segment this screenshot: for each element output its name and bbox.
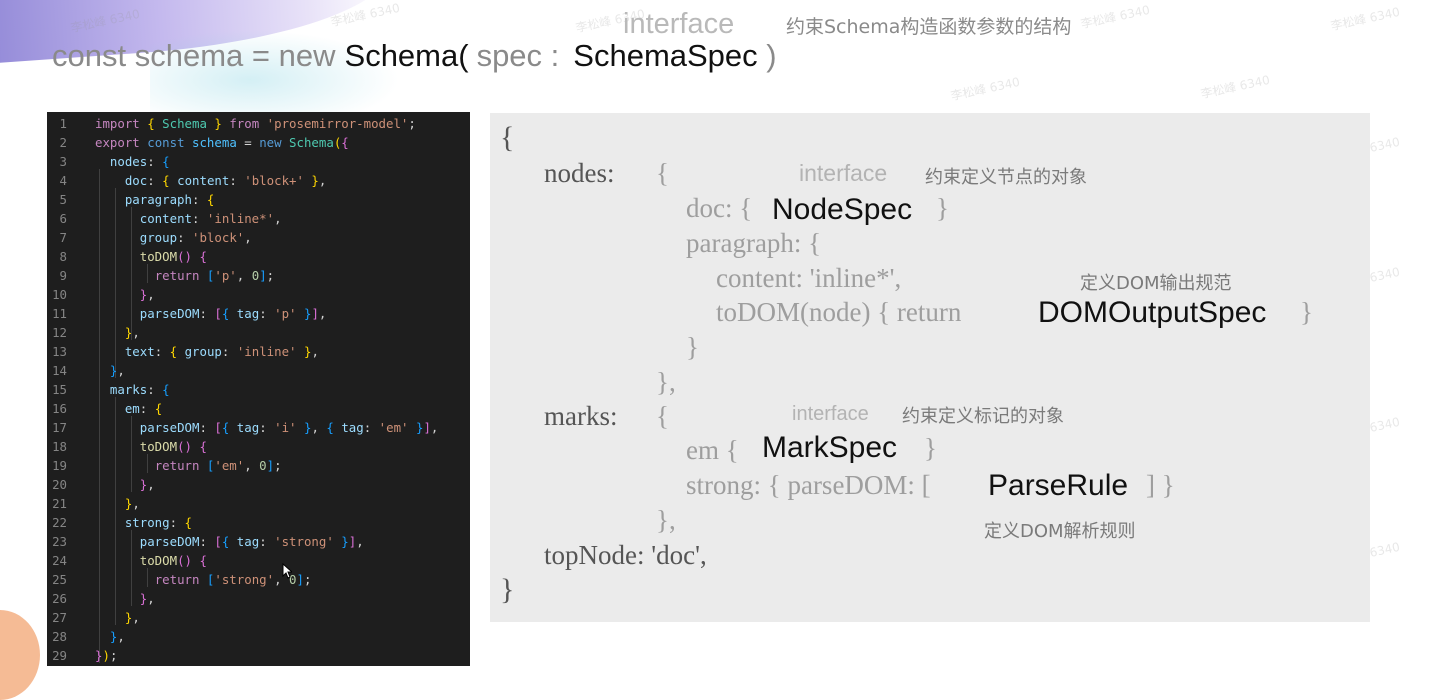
page-title: const schema = new Schema(spec : SchemaSpe… — [52, 38, 777, 74]
parse-note: 定义DOM解析规则 — [984, 521, 1136, 542]
line-number: 1 — [59, 116, 67, 131]
line-number: 14 — [52, 363, 67, 378]
nodes-note: 约束定义节点的对象 — [925, 167, 1087, 188]
line-number: 21 — [52, 496, 67, 511]
strong-type: ParseRule — [988, 469, 1129, 502]
mouse-cursor-icon — [282, 563, 292, 579]
line-number: 5 — [59, 192, 67, 207]
code-type: SchemaSpec — [573, 38, 758, 73]
code-param: spec : — [476, 38, 560, 73]
line-number: 11 — [52, 306, 67, 321]
watermark: 李松峰 6340 — [949, 74, 1022, 104]
strong-key: strong: { parseDOM: [ — [686, 470, 931, 500]
line-number: 3 — [59, 154, 67, 169]
line-number: 24 — [52, 553, 67, 568]
marks-note: 约束定义标记的对象 — [902, 406, 1064, 427]
watermark: 李松峰 6340 — [1079, 2, 1152, 32]
interface-note: 约束Schema构造函数参数的结构 — [786, 16, 1072, 38]
code-new: new — [278, 38, 336, 73]
line-number: 4 — [59, 173, 67, 188]
line-number: 6 — [59, 211, 67, 226]
line-number: 22 — [52, 515, 67, 530]
nodes-close: }, — [656, 367, 676, 397]
nodes-brace: { — [656, 158, 669, 188]
line-number: 25 — [52, 572, 67, 587]
marks-close: }, — [656, 505, 676, 535]
doc-close: } — [936, 193, 949, 223]
line-number: 27 — [52, 610, 67, 625]
em-key: em { — [686, 435, 739, 465]
code-close: ) — [766, 38, 777, 73]
line-number: 19 — [52, 458, 67, 473]
code-const: const — [52, 38, 127, 73]
line-number: 10 — [52, 287, 67, 302]
nodes-interface-label: interface — [799, 160, 888, 186]
schema-spec-panel: { nodes: { interface 约束定义节点的对象 doc: { No… — [490, 113, 1370, 622]
watermark: 李松峰 6340 — [1199, 72, 1272, 102]
todom-close: } — [1300, 297, 1313, 327]
line-number: 8 — [59, 249, 67, 264]
watermark: 李松峰 6340 — [1329, 4, 1402, 34]
line-number: 15 — [52, 382, 67, 397]
line-number: 17 — [52, 420, 67, 435]
line-number: 2 — [59, 135, 67, 150]
code-editor: 1 import { Schema } from 'prosemirror-mod… — [47, 112, 470, 666]
line-number: 7 — [59, 230, 67, 245]
strong-close: ] } — [1146, 470, 1175, 500]
content-line: content: 'inline*', — [716, 263, 902, 293]
todom-type: DOMOutputSpec — [1038, 296, 1267, 329]
decorative-corner-blob-bottom — [0, 610, 40, 700]
paragraph-key: paragraph: { — [686, 228, 822, 258]
line-number: 26 — [52, 591, 67, 606]
line-number: 20 — [52, 477, 67, 492]
interface-label: interface — [623, 8, 735, 40]
content-note: 定义DOM输出规范 — [1080, 273, 1232, 294]
line-number: 29 — [52, 648, 67, 663]
open-brace: { — [500, 121, 515, 154]
line-number: 12 — [52, 325, 67, 340]
code-var: schema — [134, 38, 244, 73]
em-type: MarkSpec — [762, 431, 898, 464]
line-number: 28 — [52, 629, 67, 644]
line-number: 18 — [52, 439, 67, 454]
paragraph-close: } — [686, 332, 699, 362]
line-number: 23 — [52, 534, 67, 549]
code-class: Schema( — [344, 38, 469, 73]
topnode-line: topNode: 'doc', — [544, 540, 707, 570]
doc-key: doc: { — [686, 193, 753, 223]
marks-key: marks: — [544, 401, 618, 431]
line-number: 16 — [52, 401, 67, 416]
code-eq: = — [251, 38, 271, 73]
line-number: 13 — [52, 344, 67, 359]
close-brace: } — [500, 573, 515, 606]
line-number: 9 — [59, 268, 67, 283]
nodes-key: nodes: — [544, 158, 615, 188]
marks-brace: { — [656, 401, 669, 431]
marks-interface-label: interface — [792, 403, 869, 425]
em-close: } — [924, 433, 937, 463]
todom-line: toDOM(node) { return — [716, 297, 962, 327]
doc-type: NodeSpec — [772, 193, 913, 226]
